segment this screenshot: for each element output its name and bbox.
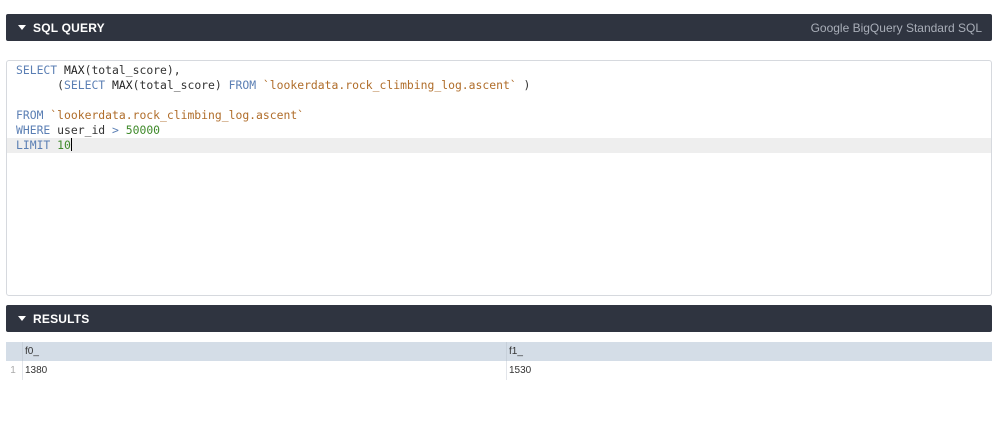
code-token: FROM — [228, 78, 263, 92]
results-table: f0_ f1_ 1 1380 1530 — [6, 342, 992, 380]
row-number-header — [6, 342, 20, 361]
results-panel-header[interactable]: RESULTS — [6, 305, 992, 332]
code-token: LIMIT — [16, 138, 58, 152]
table-cell: 1380 — [22, 361, 507, 380]
sql-query-title: SQL QUERY — [33, 20, 105, 35]
collapse-caret-icon[interactable] — [18, 25, 26, 30]
code-token: WHERE — [16, 123, 58, 137]
code-token: ( — [16, 78, 65, 92]
code-token: FROM — [16, 108, 51, 122]
collapse-caret-icon[interactable] — [18, 316, 26, 321]
table-row: 1 1380 1530 — [6, 361, 992, 380]
code-token: MAX — [112, 78, 133, 92]
code-token: SELECT — [64, 78, 113, 92]
row-number: 1 — [10, 365, 16, 376]
sql-dialect-label: Google BigQuery Standard SQL — [810, 20, 982, 35]
column-header-label: f1_ — [509, 346, 523, 357]
code-token: `lookerdata.rock_climbing_log.ascent` — [262, 78, 517, 92]
code-line[interactable]: LIMIT 10 — [7, 138, 991, 153]
column-header-label: f0_ — [25, 346, 39, 357]
code-token: (total_score), — [84, 63, 181, 77]
text-cursor — [70, 138, 72, 151]
code-line[interactable]: WHERE user_id > 50000 — [7, 123, 991, 138]
code-line[interactable]: FROM `lookerdata.rock_climbing_log.ascen… — [7, 108, 991, 123]
cell-value: 1380 — [25, 365, 48, 376]
code-token: MAX — [64, 63, 85, 77]
results-table-header: f0_ f1_ — [6, 342, 992, 361]
column-header[interactable]: f0_ — [22, 342, 507, 361]
code-token: ) — [516, 78, 531, 92]
code-token: SELECT — [16, 63, 65, 77]
sql-query-panel-header[interactable]: SQL QUERY Google BigQuery Standard SQL — [6, 14, 992, 41]
code-token: > — [112, 123, 126, 137]
code-token: user_id — [57, 123, 113, 137]
code-line[interactable] — [7, 93, 991, 108]
code-line[interactable]: SELECT MAX(total_score), — [7, 63, 991, 78]
sql-editor[interactable]: SELECT MAX(total_score), (SELECT MAX(tot… — [6, 60, 992, 296]
code-token: 10 — [57, 138, 71, 152]
code-token: 50000 — [125, 123, 161, 137]
code-line[interactable]: (SELECT MAX(total_score) FROM `lookerdat… — [7, 78, 991, 93]
code-token: (total_score) — [132, 78, 229, 92]
code-token: `lookerdata.rock_climbing_log.ascent` — [50, 108, 305, 122]
table-cell: 1530 — [506, 361, 993, 380]
column-header[interactable]: f1_ — [506, 342, 993, 361]
cell-value: 1530 — [509, 365, 532, 376]
results-title: RESULTS — [33, 311, 90, 326]
